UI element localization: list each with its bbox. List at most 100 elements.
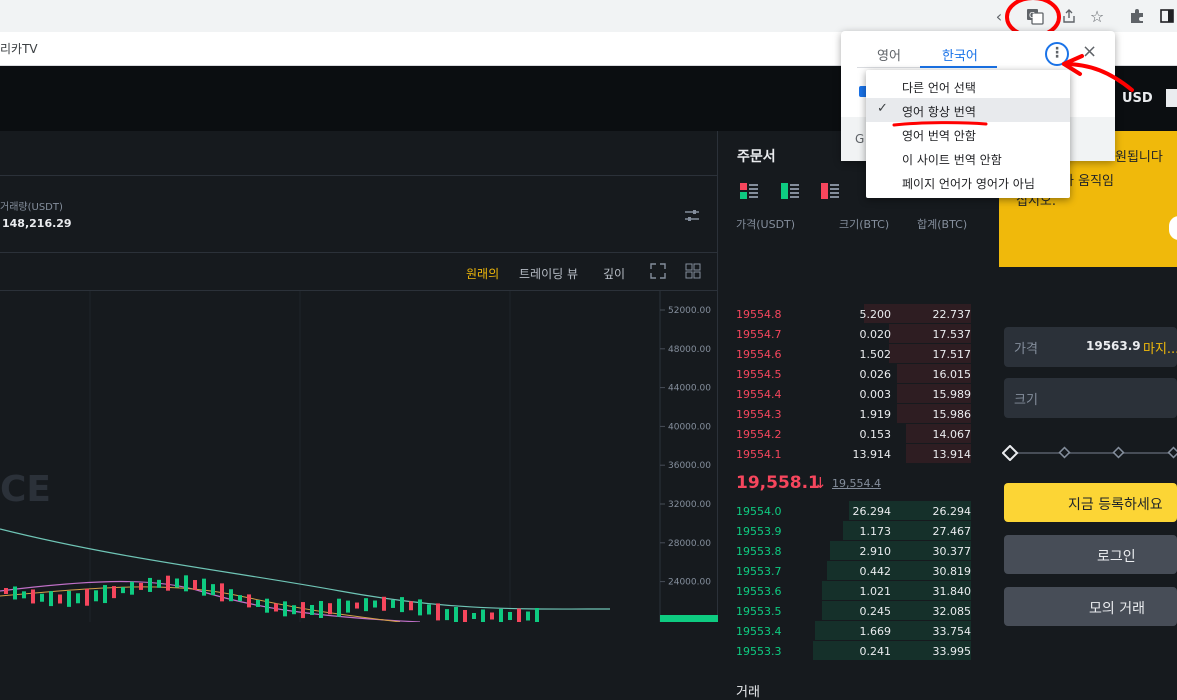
row-price: 19553.7 — [736, 565, 782, 578]
chart-watermark: CE — [0, 469, 51, 510]
row-price: 19554.3 — [736, 408, 782, 421]
tab-source-language[interactable]: 영어 — [877, 45, 901, 64]
row-size: 0.241 — [859, 645, 892, 658]
demo-button-label: 모의 거래 — [1089, 601, 1145, 617]
banner-toggle[interactable] — [1169, 216, 1177, 240]
candle — [76, 593, 80, 604]
order-book-row[interactable]: 19553.6 1.021 31.840 — [720, 581, 987, 601]
col-total: 합계(BTC) — [917, 218, 968, 231]
candle — [346, 600, 350, 613]
expand-icon[interactable] — [650, 263, 666, 283]
both-sides-view-icon[interactable] — [740, 183, 758, 203]
login-button[interactable]: 로그인 — [1004, 535, 1177, 574]
order-book-row[interactable]: 19553.5 0.245 32.085 — [720, 601, 987, 621]
size-input[interactable]: 크기 — [1004, 378, 1177, 418]
menu-item-not-english[interactable]: 페이지 언어가 영어가 아님 — [866, 170, 1070, 194]
candle — [373, 600, 377, 608]
y-tick-label: 32000.00 — [668, 500, 711, 510]
translate-options-menu: 다른 언어 선택 ✓ 영어 항상 번역 영어 번역 안함 이 사이트 번역 안함… — [866, 70, 1070, 198]
order-book-row[interactable]: 19554.6 1.502 17.517 — [720, 344, 987, 364]
row-price: 19554.8 — [736, 308, 782, 321]
y-tick-label: 48000.00 — [668, 345, 711, 355]
candle — [364, 598, 368, 612]
candle — [247, 594, 251, 608]
order-book-row[interactable]: 19553.8 2.910 30.377 — [720, 541, 987, 561]
order-book-row[interactable]: 19553.9 1.173 27.467 — [720, 521, 987, 541]
demo-trading-button[interactable]: 모의 거래 — [1004, 587, 1177, 626]
candle — [265, 598, 269, 613]
candle — [184, 575, 188, 592]
menu-icon[interactable] — [1166, 89, 1177, 107]
row-size: 0.153 — [859, 428, 892, 441]
row-price: 19553.9 — [736, 525, 782, 538]
order-book-title: 주문서 — [737, 149, 776, 165]
row-total: 16.015 — [932, 368, 972, 381]
menu-item-label: 다른 언어 선택 — [902, 81, 976, 95]
col-price: 가격(USDT) — [736, 218, 796, 231]
tab-target-language[interactable]: 한국어 — [942, 45, 978, 64]
candle — [220, 583, 224, 602]
tab-depth[interactable]: 깊이 — [603, 265, 625, 282]
star-icon[interactable]: ☆ — [1086, 5, 1108, 27]
candlestick-chart[interactable]: 52000.00 48000.00 44000.00 40000.00 36000.00… — [0, 291, 718, 622]
order-book-row[interactable]: 19554.8 5.200 22.737 — [720, 304, 987, 324]
candle — [229, 589, 233, 602]
row-price: 19553.8 — [736, 545, 782, 558]
order-book-row[interactable]: 19554.4 0.003 15.989 — [720, 384, 987, 404]
bids-only-view-icon[interactable] — [781, 183, 799, 203]
menu-item-never-translate-site[interactable]: 이 사이트 번역 안함 — [866, 146, 1070, 170]
order-book-row[interactable]: 19554.1 13.914 13.914 — [720, 444, 987, 464]
candle — [4, 588, 8, 594]
row-price: 19553.6 — [736, 585, 782, 598]
sidebar-icon[interactable] — [1156, 5, 1177, 27]
candle — [427, 604, 431, 615]
row-size: 1.502 — [859, 348, 892, 361]
order-book-row[interactable]: 19554.0 26.294 26.294 — [720, 501, 987, 521]
candle — [31, 589, 35, 604]
row-size: 1.669 — [859, 625, 892, 638]
menu-item-label: 페이지 언어가 영어가 아님 — [902, 177, 1035, 191]
order-book-row[interactable]: 19553.4 1.669 33.754 — [720, 621, 987, 641]
order-book-row[interactable]: 19554.7 0.020 17.537 — [720, 324, 987, 344]
price-type[interactable]: 마지... — [1143, 338, 1177, 357]
bookmark-item[interactable]: 리카TV — [0, 40, 38, 57]
extensions-icon[interactable] — [1126, 5, 1148, 27]
order-book: 주문서 가격(USDT) 크기(BTC) 합계(BTC) 19554.8 5.20… — [720, 131, 987, 700]
tab-original[interactable]: 원래의 — [466, 265, 499, 282]
menu-item-choose-language[interactable]: 다른 언어 선택 — [866, 74, 1070, 98]
candle — [175, 578, 179, 588]
price-input[interactable]: 가격 19563.9 마지... — [1004, 327, 1177, 367]
candle — [472, 613, 476, 619]
checkmark-icon: ✓ — [877, 101, 888, 116]
moving-average-line-2 — [0, 580, 421, 622]
candle — [490, 612, 494, 620]
candle — [535, 608, 539, 622]
moving-average-line-1 — [0, 528, 611, 610]
register-button[interactable]: 지금 등록하세요 — [1004, 483, 1177, 522]
size-slider[interactable] — [1002, 445, 1177, 461]
menu-item-label: 영어 항상 번역 — [902, 105, 976, 119]
footer-partial-text: G — [855, 132, 865, 146]
candle — [508, 612, 512, 620]
row-total: 32.085 — [932, 605, 972, 618]
row-price: 19554.0 — [736, 505, 782, 518]
order-book-row[interactable]: 19553.3 0.241 33.995 — [720, 641, 987, 661]
row-size: 13.914 — [852, 448, 892, 461]
candle — [418, 599, 422, 616]
grid-layout-icon[interactable] — [685, 263, 701, 283]
asks-only-view-icon[interactable] — [821, 183, 839, 203]
price-value: 19563.9 — [1086, 339, 1141, 353]
candle — [193, 580, 197, 591]
row-total: 22.737 — [932, 308, 972, 321]
settings-sliders-icon[interactable] — [684, 209, 700, 227]
row-size: 0.003 — [859, 388, 892, 401]
order-book-row[interactable]: 19554.5 0.026 16.015 — [720, 364, 987, 384]
order-book-row[interactable]: 19554.2 0.153 14.067 — [720, 424, 987, 444]
candle — [436, 603, 440, 621]
tab-tradingview[interactable]: 트레이딩 뷰 — [519, 265, 578, 282]
order-book-row[interactable]: 19554.3 1.919 15.986 — [720, 404, 987, 424]
order-book-row[interactable]: 19553.7 0.442 30.819 — [720, 561, 987, 581]
mark-price[interactable]: 19,554.4 — [832, 477, 881, 490]
row-size: 26.294 — [852, 505, 892, 518]
row-price: 19554.4 — [736, 388, 782, 401]
